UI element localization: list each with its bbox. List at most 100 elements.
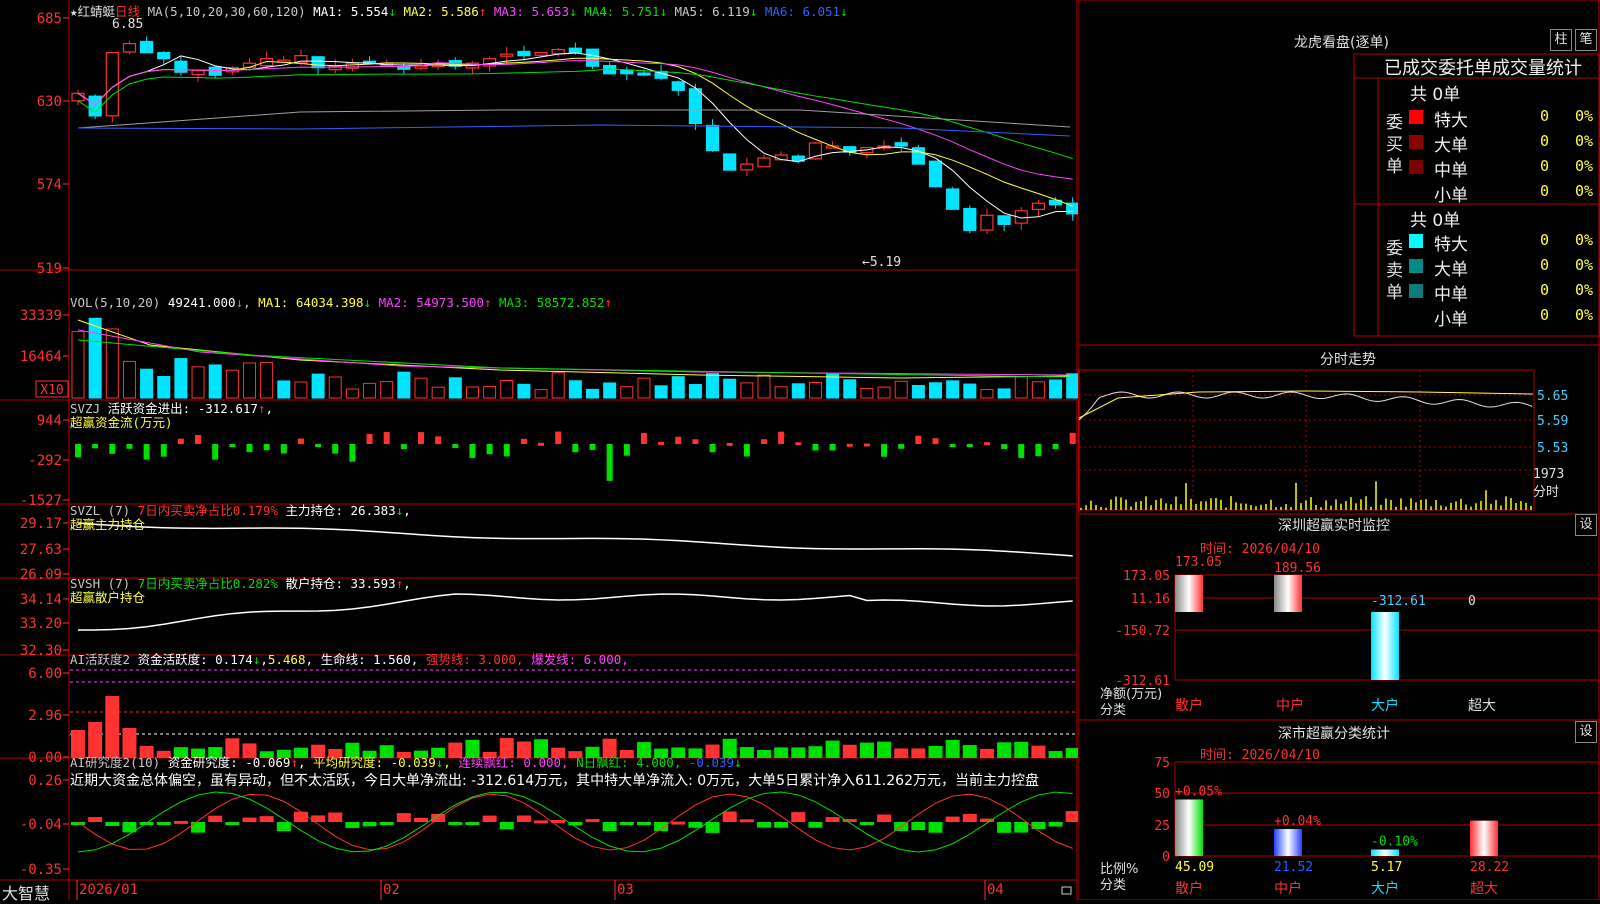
ai-activity-bar[interactable]: [791, 747, 806, 758]
ai-activity-bar[interactable]: [1048, 751, 1063, 758]
ai-research-bar[interactable]: [448, 822, 463, 825]
ai-research-bar[interactable]: [859, 822, 874, 825]
volume-bar[interactable]: [894, 380, 908, 399]
svzj-bar[interactable]: [297, 438, 304, 444]
ai-research-bar[interactable]: [1048, 822, 1063, 827]
ai-activity-bar[interactable]: [1065, 748, 1078, 758]
svzj-bar[interactable]: [503, 444, 510, 457]
ai-research-bar[interactable]: [293, 811, 308, 822]
svzj-bar[interactable]: [160, 444, 167, 457]
ai-research-bar[interactable]: [774, 822, 789, 828]
svzj-bar[interactable]: [246, 444, 253, 453]
volume-bar[interactable]: [191, 366, 205, 399]
candle[interactable]: [122, 43, 137, 53]
lock-icon[interactable]: [1061, 886, 1072, 895]
sz-stats-bar[interactable]: [1274, 829, 1302, 856]
ai-research-bar[interactable]: [345, 822, 360, 828]
svzj-bar[interactable]: [726, 442, 733, 446]
candle[interactable]: [963, 207, 977, 231]
svzj-bar[interactable]: [640, 432, 647, 444]
ai-research-bar[interactable]: [191, 822, 206, 833]
volume-bar[interactable]: [929, 382, 942, 399]
ai-activity-bar[interactable]: [962, 745, 977, 758]
ai-research-bar[interactable]: [1065, 811, 1078, 822]
svzj-bar[interactable]: [778, 431, 785, 444]
candle[interactable]: [242, 62, 257, 68]
ai-activity-bar[interactable]: [1031, 745, 1046, 758]
svzj-bar[interactable]: [572, 444, 579, 453]
ai-research-bar[interactable]: [945, 816, 960, 822]
volume-bar[interactable]: [465, 386, 479, 399]
candle[interactable]: [774, 154, 788, 161]
volume-bar[interactable]: [723, 378, 737, 399]
candle[interactable]: [208, 66, 222, 76]
svzj-bar[interactable]: [75, 444, 81, 458]
volume-bar[interactable]: [397, 371, 411, 399]
svzj-bar[interactable]: [383, 432, 390, 444]
svzj-bar[interactable]: [1052, 444, 1059, 450]
svzj-bar[interactable]: [743, 444, 750, 457]
favorite-star-icon[interactable]: ★: [70, 4, 78, 19]
ai-activity-bars[interactable]: [71, 696, 1078, 758]
ai-research-bar[interactable]: [482, 815, 497, 822]
candle[interactable]: [174, 60, 188, 73]
ai-research-bar[interactable]: [997, 822, 1012, 833]
ai-research-bar[interactable]: [225, 822, 240, 825]
sz-monitor-settings-button[interactable]: 设: [1575, 514, 1597, 536]
ai-research-bar[interactable]: [757, 822, 771, 828]
ai-activity-bar[interactable]: [997, 742, 1012, 758]
ai-research-bar[interactable]: [173, 820, 188, 824]
volume-bar[interactable]: [345, 388, 359, 399]
ai-research-bar[interactable]: [105, 822, 120, 826]
ai-research-bar[interactable]: [208, 815, 223, 822]
svzj-bar[interactable]: [92, 444, 99, 449]
ai-research-bar[interactable]: [414, 817, 428, 822]
app-logo[interactable]: 大智慧: [2, 880, 50, 904]
ai-research-bar[interactable]: [88, 817, 103, 822]
volume-bar[interactable]: [380, 381, 394, 399]
sz-monitor-bar[interactable]: [1371, 612, 1399, 680]
svzj-bar[interactable]: [658, 441, 665, 445]
volume-bar[interactable]: [740, 382, 754, 399]
sz-stats-settings-button[interactable]: 设: [1575, 721, 1597, 743]
svzj-bar[interactable]: [863, 443, 870, 447]
ai-research-bar[interactable]: [619, 822, 634, 825]
volume-bar[interactable]: [671, 376, 685, 399]
candle[interactable]: [568, 47, 582, 54]
svzj-bar[interactable]: [109, 444, 116, 454]
volume-bar[interactable]: [431, 386, 445, 399]
candle[interactable]: [414, 65, 428, 69]
volume-bar[interactable]: [568, 380, 582, 399]
sz-monitor-bar[interactable]: [1274, 575, 1302, 612]
ai-research-bar[interactable]: [259, 816, 274, 822]
svzj-bar[interactable]: [761, 439, 767, 444]
volume-bar[interactable]: [260, 361, 274, 399]
svzj-bar[interactable]: [932, 438, 939, 444]
svzj-bar[interactable]: [606, 444, 613, 481]
candle[interactable]: [71, 92, 85, 102]
volume-bars[interactable]: [71, 317, 1078, 399]
sz-monitor-bar[interactable]: [1175, 575, 1203, 612]
candle[interactable]: [140, 40, 154, 54]
ai-research-bar[interactable]: [156, 822, 171, 825]
volume-bar[interactable]: [877, 386, 891, 399]
volume-bar[interactable]: [946, 380, 960, 399]
candle[interactable]: [620, 69, 634, 75]
svzj-bar[interactable]: [829, 444, 836, 451]
volume-bar[interactable]: [808, 381, 822, 399]
candle[interactable]: [757, 157, 771, 168]
volume-bar[interactable]: [208, 364, 222, 399]
svzj-bars[interactable]: [75, 431, 1076, 481]
volume-bar[interactable]: [483, 385, 497, 399]
ai-research-bar[interactable]: [534, 820, 549, 824]
ai-research-bar[interactable]: [1014, 822, 1029, 833]
volume-bar[interactable]: [586, 388, 599, 399]
candle[interactable]: [551, 49, 565, 55]
candle[interactable]: [946, 188, 960, 210]
candle[interactable]: [157, 52, 171, 60]
volume-bar[interactable]: [517, 383, 531, 399]
ai-research-bar[interactable]: [602, 822, 617, 831]
volume-bar[interactable]: [88, 317, 102, 399]
ai-activity-bar[interactable]: [928, 745, 943, 758]
ai-research-bar[interactable]: [516, 815, 531, 822]
